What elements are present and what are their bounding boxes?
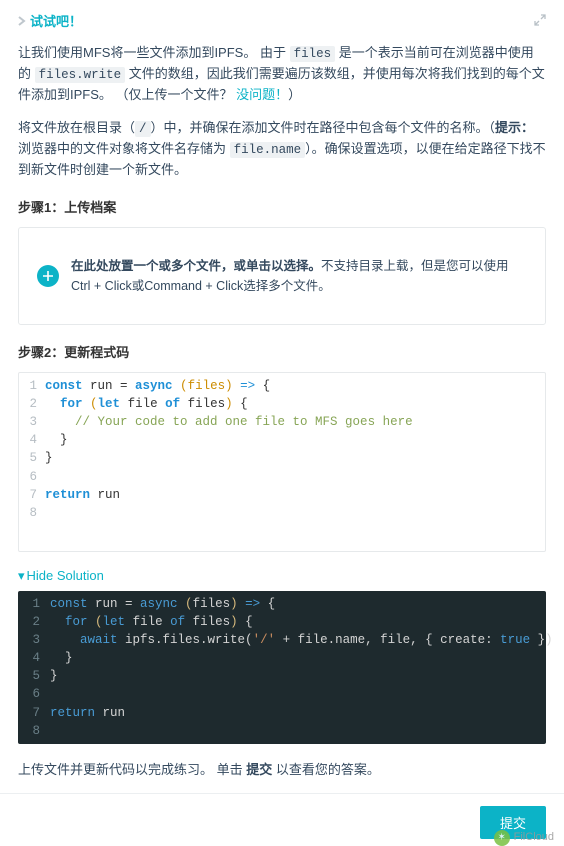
upload-text: 在此处放置一个或多个文件，或单击以选择。不支持目录上载，但是您可以使用Ctrl …: [71, 256, 527, 296]
hide-solution-toggle[interactable]: ▾ Hide Solution: [18, 566, 546, 587]
submit-button[interactable]: 提交: [480, 806, 546, 839]
section-title-text: 试试吧！: [30, 12, 82, 33]
hide-solution-label: Hide Solution: [27, 566, 104, 587]
step-1-label: 步骤1：上传档案: [18, 198, 546, 219]
afterword: 上传文件并更新代码以完成练习。 单击 提交 以查看您的答案。: [18, 760, 546, 781]
triangle-down-icon: ▾: [18, 566, 25, 587]
code-files: files: [290, 46, 336, 62]
expand-icon[interactable]: [534, 12, 546, 33]
intro-paragraph-1: 让我们使用MFS将一些文件添加到IPFS。 由于 files 是一个表示当前可在…: [18, 43, 546, 106]
code-files-write: files.write: [35, 67, 126, 83]
intro-paragraph-2: 将文件放在根目录（/）中，并确保在添加文件时在路径中包含每个文件的名称。（提示：…: [18, 118, 546, 181]
code-root-slash: /: [135, 121, 151, 137]
upload-dropzone[interactable]: 在此处放置一个或多个文件，或单击以选择。不支持目录上载，但是您可以使用Ctrl …: [18, 227, 546, 325]
code-editor-input[interactable]: 1const run = async (files) => { 2 for (l…: [18, 372, 546, 552]
solution-code-block: 1const run = async (files) => { 2 for (l…: [18, 591, 546, 744]
no-problem-link[interactable]: 没问题！: [236, 87, 288, 102]
section-title: 试试吧！: [18, 12, 82, 33]
code-file-name: file.name: [230, 142, 306, 158]
step-2-label: 步骤2：更新程式码: [18, 343, 546, 364]
footer-bar: 提交 ✶ FilCloud: [0, 793, 564, 846]
chevron-right-icon: [18, 13, 26, 32]
plus-icon: [37, 265, 59, 287]
